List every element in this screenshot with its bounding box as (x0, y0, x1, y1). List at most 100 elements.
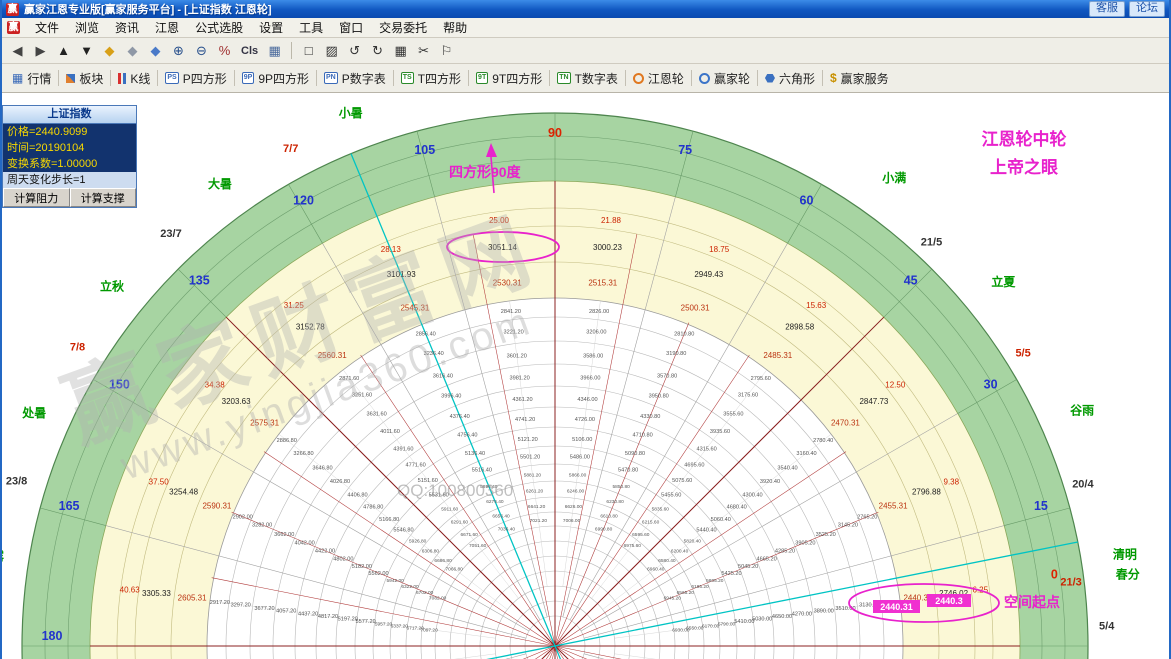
svg-text:5045.20: 5045.20 (738, 564, 758, 570)
9p-sifangxing-icon: 9P (242, 72, 255, 84)
t-shuzibiao-label: T数字表 (575, 70, 618, 87)
titlebar-button-kefu[interactable]: 客服 (1089, 1, 1125, 17)
undo-icon[interactable]: ↺ (343, 40, 366, 62)
toolbar-separator (757, 70, 758, 86)
toolbutton-p-sifangxing[interactable]: PSP四方形 (160, 68, 231, 89)
svg-text:5425.20: 5425.20 (721, 571, 741, 577)
svg-text:5121.20: 5121.20 (518, 437, 538, 443)
toolbutton-bankuai[interactable]: 板块 (61, 68, 108, 89)
zoom-in-icon[interactable]: ⊕ (167, 40, 190, 62)
svg-text:3540.40: 3540.40 (777, 466, 797, 472)
svg-text:2898.58: 2898.58 (785, 323, 814, 332)
toolbutton-t-shuzibiao[interactable]: TNT数字表 (552, 68, 623, 89)
yingjialun-label: 赢家轮 (714, 70, 750, 87)
svg-text:3996.40: 3996.40 (441, 394, 461, 400)
toolbutton-yingjialun[interactable]: 赢家轮 (694, 68, 755, 89)
shade-tool-icon[interactable]: ▨ (320, 40, 343, 62)
svg-text:2440.3: 2440.3 (935, 596, 963, 606)
9t-sifangxing-icon: 9T (476, 72, 488, 84)
svg-text:5516.40: 5516.40 (472, 468, 492, 474)
svg-text:3525.20: 3525.20 (816, 532, 836, 538)
menu-item-窗口[interactable]: 窗口 (331, 18, 371, 37)
svg-text:4437.20: 4437.20 (298, 612, 318, 618)
calc-resistance-button[interactable]: 计算阻力 (3, 188, 70, 207)
p-sifangxing-icon: PS (165, 72, 178, 84)
menu-item-公式选股[interactable]: 公式选股 (187, 18, 251, 37)
back-icon[interactable]: ◀ (6, 40, 29, 62)
flag-tool-icon[interactable]: ⚐ (435, 40, 458, 62)
svg-text:5030.00: 5030.00 (752, 617, 772, 623)
svg-text:165: 165 (59, 499, 80, 513)
svg-text:6291.60: 6291.60 (451, 519, 469, 525)
svg-text:7021.20: 7021.20 (530, 518, 548, 524)
zoom-out-icon[interactable]: ⊖ (190, 40, 213, 62)
index-info-panel: 上证指数 价格=2440.9099 时间=20190104 变换系数=1.000… (2, 105, 137, 208)
grid-tool-icon[interactable]: ▦ (389, 40, 412, 62)
svg-text:3616.40: 3616.40 (433, 373, 453, 379)
coefficient-row: 变换系数=1.00000 (3, 156, 136, 172)
svg-text:5850.80: 5850.80 (613, 484, 631, 490)
gann-wheel-svg[interactable]: 6930.006945.206960.406975.606990.807006.… (2, 93, 1169, 659)
svg-text:5440.40: 5440.40 (696, 528, 716, 534)
menu-item-工具[interactable]: 工具 (291, 18, 331, 37)
svg-text:2917.20: 2917.20 (210, 600, 230, 606)
svg-text:4756.40: 4756.40 (457, 432, 477, 438)
calc-support-button[interactable]: 计算支撑 (70, 188, 137, 207)
svg-text:7036.40: 7036.40 (498, 527, 516, 533)
menu-logo-icon: 赢 (7, 21, 20, 34)
menu-item-文件[interactable]: 文件 (27, 18, 67, 37)
toolbutton-jiangenlun[interactable]: 江恩轮 (628, 68, 689, 89)
toolbutton-liujiaoxing[interactable]: 六角形 (760, 68, 820, 89)
toolbutton-9t-sifangxing[interactable]: 9T9T四方形 (471, 68, 547, 89)
toolbutton-p-shuzibiao[interactable]: PNP数字表 (319, 68, 391, 89)
svg-text:4680.40: 4680.40 (727, 505, 747, 511)
svg-text:6945.20: 6945.20 (664, 595, 682, 601)
window-title: 赢家江恩专业版[赢家服务平台] - [上证指数 江恩轮] (24, 1, 271, 17)
svg-text:春分: 春分 (1115, 567, 1140, 582)
toolbar-separator (58, 70, 59, 86)
rect-tool-icon[interactable]: □ (297, 40, 320, 62)
svg-text:2871.60: 2871.60 (339, 376, 359, 382)
svg-text:5926.80: 5926.80 (409, 539, 427, 545)
svg-text:3646.80: 3646.80 (312, 466, 332, 472)
toolbutton-9p-sifangxing[interactable]: 9P9P四方形 (237, 68, 314, 89)
forward-icon[interactable]: ▶ (29, 40, 52, 62)
svg-text:105: 105 (414, 143, 435, 157)
svg-text:3677.20: 3677.20 (254, 606, 274, 612)
svg-text:3221.20: 3221.20 (503, 330, 523, 336)
svg-text:6702.00: 6702.00 (416, 590, 434, 596)
cls-button[interactable]: Cls (236, 40, 263, 62)
menu-item-浏览[interactable]: 浏览 (67, 18, 107, 37)
trend-up-icon[interactable]: ▲ (52, 40, 75, 62)
cut-tool-icon[interactable]: ✂ (412, 40, 435, 62)
svg-text:5896.40: 5896.40 (480, 484, 498, 490)
svg-text:5106.00: 5106.00 (572, 437, 592, 443)
calc-buttons: 计算阻力 计算支撑 (3, 188, 136, 207)
svg-text:立夏: 立夏 (991, 274, 1016, 289)
menu-item-资讯[interactable]: 资讯 (107, 18, 147, 37)
titlebar-button-luntan[interactable]: 论坛 (1129, 1, 1165, 17)
diamond-silver-icon[interactable]: ◆ (121, 40, 144, 62)
menu-item-江恩[interactable]: 江恩 (147, 18, 187, 37)
trend-down-icon[interactable]: ▼ (75, 40, 98, 62)
menu-item-帮助[interactable]: 帮助 (435, 18, 475, 37)
svg-text:4817.20: 4817.20 (318, 614, 338, 620)
menu-item-交易委托[interactable]: 交易委托 (371, 18, 435, 37)
toolbutton-hangqing[interactable]: ▦行情 (7, 68, 56, 89)
redo-icon[interactable]: ↻ (366, 40, 389, 62)
svg-text:4057.20: 4057.20 (276, 609, 296, 615)
toolbutton-kxian[interactable]: K线 (113, 68, 155, 89)
toolbutton-t-sifangxing[interactable]: TST四方形 (396, 68, 466, 89)
ratio-icon[interactable]: % (213, 40, 236, 62)
svg-text:2575.31: 2575.31 (250, 419, 279, 428)
p-shuzibiao-icon: PN (324, 72, 338, 84)
diamond-blue-icon[interactable]: ◆ (144, 40, 167, 62)
svg-text:3631.60: 3631.60 (366, 412, 386, 418)
toolbutton-yingjiafuwu[interactable]: $赢家服务 (825, 68, 894, 89)
svg-text:6610.80: 6610.80 (600, 514, 618, 520)
menu-item-设置[interactable]: 设置 (251, 18, 291, 37)
svg-text:5501.20: 5501.20 (520, 455, 540, 461)
svg-text:6215.60: 6215.60 (642, 519, 660, 525)
diamond-gold-icon[interactable]: ◆ (98, 40, 121, 62)
calendar-icon[interactable]: ▦ (263, 40, 286, 62)
